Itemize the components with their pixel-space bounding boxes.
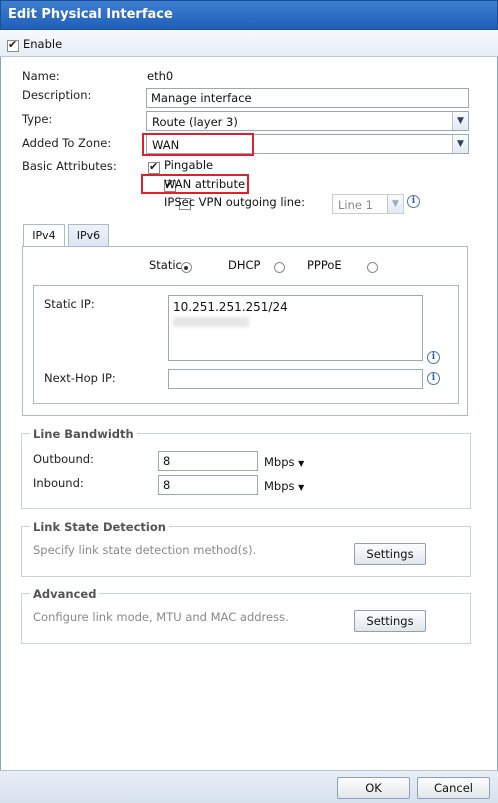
pingable-checkbox[interactable] [148, 160, 160, 174]
enable-toolbar: Enable [0, 30, 498, 57]
cancel-label: Cancel [434, 781, 473, 795]
static-ip-label: Static IP: [44, 297, 95, 311]
advanced-description: Configure link mode, MTU and MAC address… [33, 610, 289, 624]
link-state-description: Specify link state detection method(s). [33, 543, 257, 557]
inbound-value: 8 [163, 478, 171, 492]
outbound-unit-dropdown[interactable]: Mbps ▼ [264, 455, 304, 469]
cancel-button[interactable]: Cancel [417, 777, 490, 799]
name-label: Name: [22, 69, 60, 83]
enable-label: Enable [23, 37, 63, 51]
outbound-label: Outbound: [33, 452, 94, 466]
type-select[interactable]: Route (layer 3) ▼ [146, 111, 469, 131]
dialog-title-bar[interactable]: Edit Physical Interface [0, 0, 498, 30]
inbound-unit-dropdown[interactable]: Mbps ▼ [264, 479, 304, 493]
tab-ipv4[interactable]: IPv4 [23, 224, 65, 247]
next-hop-input[interactable] [168, 369, 423, 389]
chevron-down-icon[interactable]: ▼ [387, 195, 403, 213]
link-state-settings-label: Settings [366, 547, 414, 561]
caret-down-icon: ▼ [298, 483, 305, 492]
bandwidth-legend: Line Bandwidth [30, 427, 137, 441]
next-hop-label: Next-Hop IP: [44, 371, 116, 385]
type-label: Type: [22, 112, 53, 126]
info-icon[interactable]: i [427, 351, 440, 364]
enable-checkbox[interactable] [7, 38, 19, 52]
outbound-input[interactable]: 8 [158, 451, 258, 471]
zone-highlight-box [142, 133, 254, 156]
basic-attributes-label: Basic Attributes: [22, 159, 117, 173]
bandwidth-fieldset [21, 433, 471, 509]
description-label: Description: [22, 88, 92, 102]
static-ip-value: 10.251.251.251/24 [173, 300, 288, 314]
ipsec-line-value: Line 1 [338, 198, 373, 212]
description-input[interactable]: Manage interface [146, 88, 469, 108]
tab-ipv4-label: IPv4 [32, 229, 56, 242]
info-icon[interactable]: i [407, 195, 420, 208]
wan-attribute-highlight-box [141, 174, 249, 194]
type-select-value: Route (layer 3) [152, 115, 238, 129]
dhcp-radio-label: DHCP [228, 258, 261, 272]
ok-button[interactable]: OK [337, 777, 410, 799]
info-icon[interactable]: i [427, 372, 440, 385]
inbound-unit: Mbps [264, 479, 295, 493]
caret-down-icon: ▼ [298, 459, 305, 468]
ipsec-label: IPSec VPN outgoing line: [164, 195, 305, 209]
advanced-legend: Advanced [30, 587, 100, 601]
ok-label: OK [365, 781, 382, 795]
tab-ipv6-label: IPv6 [76, 229, 101, 242]
description-input-value: Manage interface [151, 91, 252, 105]
static-ip-textarea[interactable]: 10.251.251.251/24 [168, 295, 423, 361]
zone-label: Added To Zone: [22, 136, 112, 150]
redacted-line [173, 317, 249, 327]
outbound-value: 8 [163, 454, 171, 468]
pppoe-radio-label: PPPoE [307, 258, 342, 272]
advanced-settings-button[interactable]: Settings [354, 610, 426, 632]
name-value: eth0 [147, 69, 174, 83]
link-state-legend: Link State Detection [30, 520, 169, 534]
chevron-down-icon[interactable]: ▼ [452, 135, 468, 153]
chevron-down-icon[interactable]: ▼ [452, 112, 468, 130]
outbound-unit: Mbps [264, 455, 295, 469]
advanced-settings-label: Settings [366, 614, 414, 628]
inbound-input[interactable]: 8 [158, 475, 258, 495]
dhcp-radio[interactable] [273, 262, 285, 273]
tab-ipv6[interactable]: IPv6 [68, 224, 109, 246]
inbound-label: Inbound: [33, 476, 84, 490]
ipsec-line-select[interactable]: Line 1 ▼ [332, 194, 404, 214]
link-state-settings-button[interactable]: Settings [354, 543, 426, 565]
dialog-title: Edit Physical Interface [8, 7, 173, 22]
static-radio[interactable] [180, 262, 192, 273]
pingable-label: Pingable [164, 158, 214, 172]
static-radio-label: Static [149, 258, 182, 272]
